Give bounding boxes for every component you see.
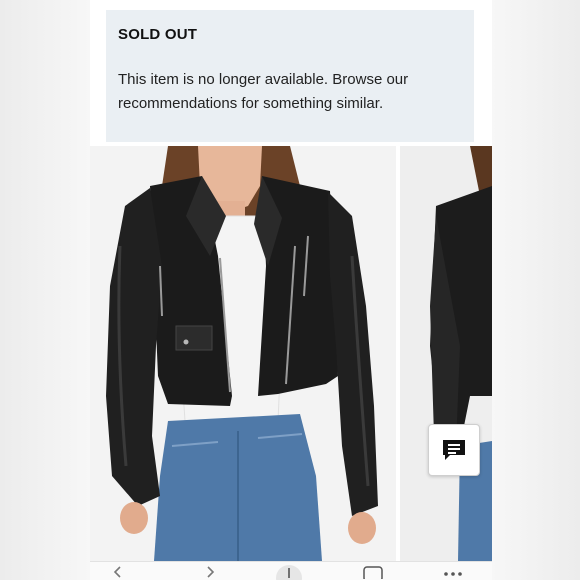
upload-icon[interactable] [274,563,304,580]
chevron-right-icon[interactable] [204,566,216,578]
tabs-icon[interactable] [362,565,384,579]
background-right [492,0,580,580]
notice-message: This item is no longer available. Browse… [118,71,409,112]
notice-title: SOLD OUT [118,26,198,43]
chevron-left-icon[interactable] [112,566,124,578]
product-page: SOLD OUT This item is no longer availabl… [90,0,492,580]
background-left [0,0,90,580]
more-icon[interactable] [442,570,464,578]
product-image-main[interactable] [90,146,396,561]
chat-button[interactable] [428,424,480,476]
browser-bottom-toolbar [90,561,492,580]
product-image-gallery[interactable] [90,146,492,561]
chat-icon [443,440,465,460]
jacket-photo [90,146,396,561]
sold-out-notice: SOLD OUT This item is no longer availabl… [106,10,474,142]
product-image-next[interactable] [400,146,492,561]
jacket-side-photo [400,146,492,561]
